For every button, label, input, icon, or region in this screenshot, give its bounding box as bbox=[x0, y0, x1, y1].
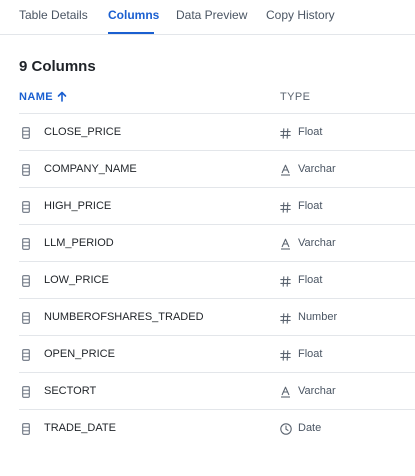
column-icon bbox=[22, 237, 30, 255]
table-row[interactable]: COMPANY_NAME Varchar bbox=[19, 150, 415, 187]
column-name: LLM_PERIOD bbox=[44, 237, 114, 249]
column-count-heading: 9 Columns bbox=[19, 58, 96, 75]
column-name: LOW_PRICE bbox=[44, 274, 109, 286]
name-header-label: NAME bbox=[19, 91, 53, 103]
tab-columns[interactable]: Columns bbox=[108, 8, 159, 22]
column-icon bbox=[22, 163, 30, 181]
tab-table-details[interactable]: Table Details bbox=[19, 8, 88, 22]
column-name: CLOSE_PRICE bbox=[44, 126, 122, 138]
column-icon bbox=[22, 348, 30, 366]
table-row[interactable]: TRADE_DATE Date bbox=[19, 409, 415, 446]
active-tab-indicator bbox=[108, 32, 154, 34]
tab-data-preview[interactable]: Data Preview bbox=[176, 8, 247, 22]
table-row[interactable]: LLM_PERIOD Varchar bbox=[19, 224, 415, 261]
column-type: Date bbox=[298, 422, 322, 434]
column-type: Float bbox=[298, 348, 323, 360]
table-row[interactable]: HIGH_PRICE Float bbox=[19, 187, 415, 224]
column-name: NUMBEROFSHARES_TRADED bbox=[44, 311, 204, 323]
sort-ascending-icon bbox=[57, 91, 67, 102]
column-type: Float bbox=[298, 274, 323, 286]
column-type: Varchar bbox=[298, 237, 336, 249]
column-type: Float bbox=[298, 126, 323, 138]
column-name: SECTORT bbox=[44, 385, 97, 397]
clock-icon bbox=[280, 422, 292, 440]
type-column-header[interactable]: TYPE bbox=[280, 91, 310, 103]
column-icon bbox=[22, 385, 30, 403]
column-icon bbox=[22, 311, 30, 329]
column-name: TRADE_DATE bbox=[44, 422, 116, 434]
hash-icon bbox=[280, 348, 291, 366]
table-row[interactable]: NUMBEROFSHARES_TRADED Number bbox=[19, 298, 415, 335]
table-row[interactable]: SECTORT Varchar bbox=[19, 372, 415, 409]
column-type: Number bbox=[298, 311, 338, 323]
table-row[interactable]: OPEN_PRICE Float bbox=[19, 335, 415, 372]
table-row[interactable]: LOW_PRICE Float bbox=[19, 261, 415, 298]
column-type: Float bbox=[298, 200, 323, 212]
column-icon bbox=[22, 422, 30, 440]
tab-bar: Table Details Columns Data Preview Copy … bbox=[0, 0, 415, 35]
hash-icon bbox=[280, 311, 291, 329]
column-type: Varchar bbox=[298, 385, 336, 397]
text-icon bbox=[280, 163, 291, 181]
column-icon bbox=[22, 274, 30, 292]
column-name: COMPANY_NAME bbox=[44, 163, 137, 175]
hash-icon bbox=[280, 126, 291, 144]
column-name: HIGH_PRICE bbox=[44, 200, 112, 212]
column-name: OPEN_PRICE bbox=[44, 348, 115, 360]
column-icon bbox=[22, 126, 30, 144]
hash-icon bbox=[280, 200, 291, 218]
column-icon bbox=[22, 200, 30, 218]
text-icon bbox=[280, 385, 291, 403]
column-type: Varchar bbox=[298, 163, 336, 175]
name-column-header[interactable]: NAME bbox=[19, 91, 67, 103]
tab-copy-history[interactable]: Copy History bbox=[266, 8, 335, 22]
hash-icon bbox=[280, 274, 291, 292]
text-icon bbox=[280, 237, 291, 255]
table-row[interactable]: CLOSE_PRICE Float bbox=[19, 113, 415, 150]
